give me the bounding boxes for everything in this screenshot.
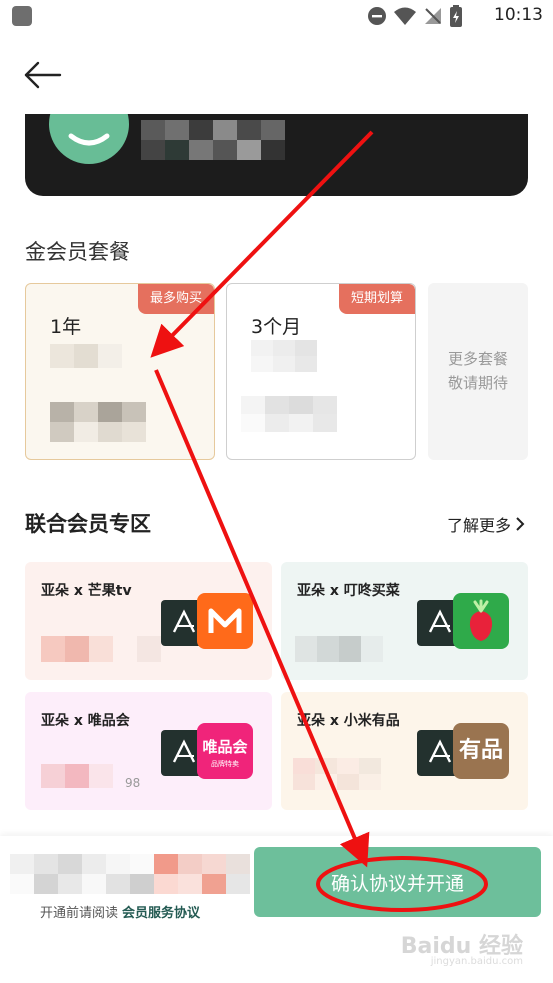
app-notification-icon [12,6,32,26]
package-name: 3个月 [251,316,302,338]
blurred-total-price [10,854,250,894]
arrow-left-icon [24,61,62,89]
battery-icon [450,5,462,27]
status-icons [367,5,463,27]
union-card-vipshop[interactable]: 亚朵 x 唯品会 唯品会 品牌特卖 98 [25,692,272,810]
learn-more-link[interactable]: 了解更多 [447,512,525,536]
blurred-price-hint: 98 [125,776,141,790]
youpin-logo-icon: 有品 [453,723,509,779]
package-card-1-year[interactable]: 最多购买 1年 [25,283,215,460]
mango-tv-logo-icon [197,593,253,649]
chevron-right-icon [516,517,525,531]
blurred-price [251,340,317,372]
status-time: 10:13 [494,5,543,25]
package-section-title: 金会员套餐 [25,240,130,264]
union-section-title: 联合会员专区 [25,512,151,536]
service-agreement-link[interactable]: 会员服务协议 [122,906,200,921]
vipshop-logo-icon: 唯品会 品牌特卖 [197,723,253,779]
dingdong-logo-icon [453,593,509,649]
package-badge: 短期划算 [338,284,415,314]
union-card-youpin[interactable]: 亚朵 x 小米有品 有品 [281,692,528,810]
no-signal-icon [425,8,441,24]
package-card-3-months[interactable]: 短期划算 3个月 [226,283,416,460]
blurred-offer [41,764,113,788]
baidu-watermark-url: jingyan.baidu.com [430,956,523,967]
back-button[interactable] [22,55,66,95]
package-name: 1年 [50,316,82,338]
package-card-more: 更多套餐 敬请期待 [428,283,528,460]
wifi-icon [394,7,416,25]
blurred-price-detail [50,402,146,442]
blurred-price [50,344,122,368]
union-card-title: 亚朵 x 小米有品 [297,713,400,729]
package-badge: 最多购买 [137,284,214,314]
blurred-member-name [141,120,285,160]
blurred-offer [41,636,161,662]
dnd-icon [368,7,386,25]
union-card-title: 亚朵 x 叮咚买菜 [297,583,400,599]
avatar [49,114,129,164]
confirm-and-activate-button[interactable]: 确认协议并开通 [254,847,541,917]
union-card-mango[interactable]: 亚朵 x 芒果tv [25,562,272,680]
blurred-price-detail [241,396,337,432]
member-card [25,114,528,196]
union-card-title: 亚朵 x 唯品会 [41,713,130,729]
more-packages-text: 更多套餐 敬请期待 [447,350,508,392]
blurred-offer [295,636,383,662]
union-card-title: 亚朵 x 芒果tv [41,583,132,599]
status-bar: 10:13 [0,0,553,32]
agreement-notice: 开通前请阅读 会员服务协议 [40,906,201,921]
union-card-dingdong[interactable]: 亚朵 x 叮咚买菜 [281,562,528,680]
blurred-offer [293,758,381,790]
